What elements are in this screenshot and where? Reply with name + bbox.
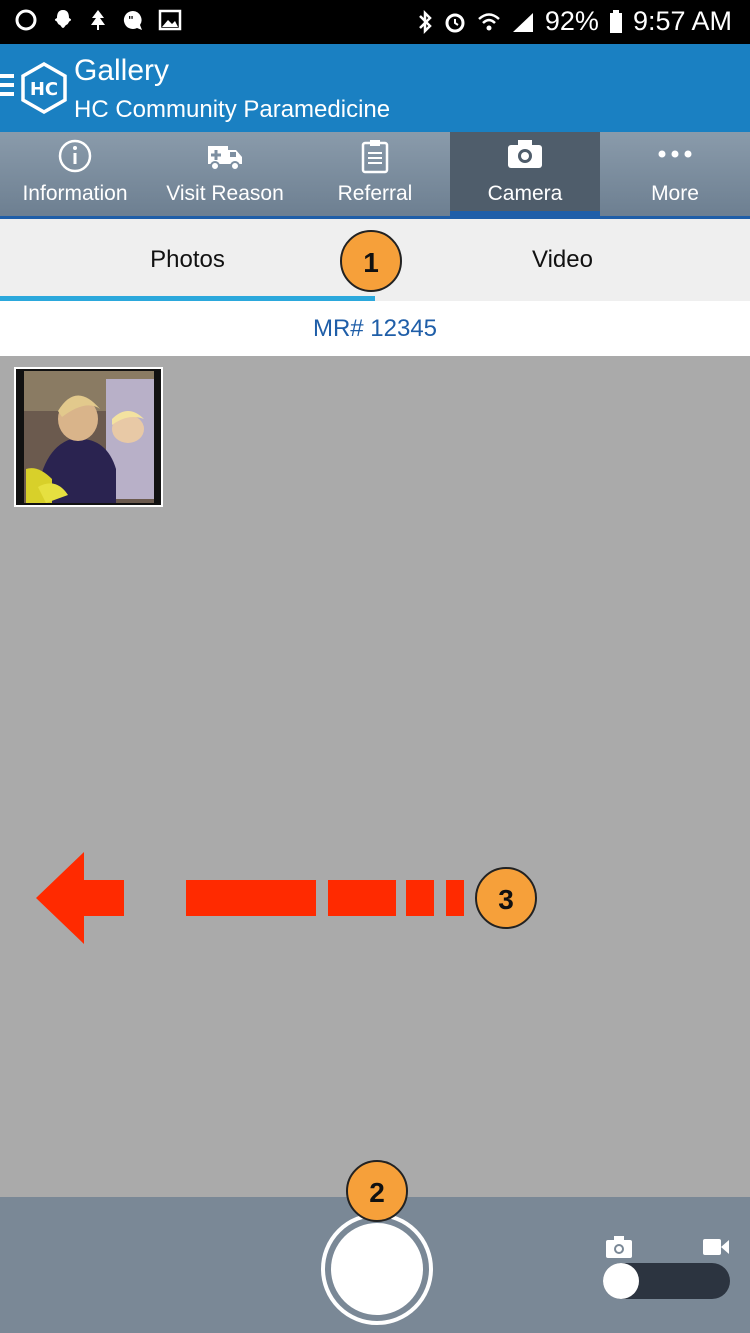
- ambulance-icon: [208, 146, 242, 171]
- image-icon: [158, 9, 182, 31]
- info-icon: [58, 139, 92, 173]
- clipboard-icon: [361, 140, 389, 174]
- battery-percent: 92%: [544, 6, 599, 36]
- callout-1: 1: [340, 230, 402, 292]
- callout-3: 3: [475, 867, 537, 929]
- signal-icon: [512, 12, 533, 32]
- tab-label: Visit Reason: [166, 182, 284, 205]
- tab-more[interactable]: More: [600, 132, 750, 216]
- photo-mode-icon: [606, 1236, 632, 1258]
- status-time: 9:57 AM: [632, 6, 732, 36]
- camera-mode-toggle[interactable]: [603, 1263, 730, 1299]
- hamburger-menu-icon[interactable]: [0, 74, 14, 101]
- chat-icon: ": [123, 10, 142, 30]
- tab-label: Information: [22, 182, 128, 205]
- wifi-icon: [478, 12, 500, 30]
- tab-label: Referral: [337, 182, 413, 205]
- ghost-icon: [54, 10, 72, 28]
- camera-icon: [508, 140, 542, 168]
- tab-visit-reason[interactable]: Visit Reason: [150, 132, 300, 216]
- tab-information[interactable]: Information: [0, 132, 150, 216]
- circle-icon: [15, 9, 37, 31]
- more-icon: [658, 150, 692, 158]
- tab-label: Camera: [487, 182, 563, 205]
- tab-photos[interactable]: Photos: [0, 219, 375, 304]
- video-mode-icon: [703, 1239, 729, 1255]
- status-left-icons: ": [14, 8, 182, 32]
- hc-logo-icon: HC: [21, 62, 67, 114]
- shutter-button[interactable]: [321, 1213, 433, 1325]
- page-subtitle: HC Community Paramedicine: [74, 96, 391, 123]
- battery-icon: [609, 9, 622, 33]
- status-right: 92% 9:57 AM: [417, 6, 732, 37]
- tab-video[interactable]: Video: [375, 219, 750, 301]
- logo-text: HC: [30, 79, 58, 100]
- tree-icon: [91, 10, 105, 30]
- top-nav: Information Visit Reason Referral Camera…: [0, 132, 750, 219]
- svg-text:": ": [128, 14, 134, 27]
- app-bar: HC Gallery HC Community Paramedicine: [0, 44, 750, 132]
- swipe-left-arrow-icon: [36, 852, 464, 944]
- tab-label: More: [651, 182, 699, 205]
- photo-thumbnail[interactable]: [14, 367, 163, 507]
- status-bar: " 92% 9:57 AM: [0, 0, 750, 44]
- bluetooth-icon: [419, 9, 432, 34]
- tab-camera[interactable]: Camera: [450, 132, 600, 216]
- tab-referral[interactable]: Referral: [300, 132, 450, 216]
- page-title: Gallery: [74, 54, 170, 87]
- mr-number: MR# 12345: [0, 301, 750, 356]
- alarm-icon: [445, 13, 465, 32]
- callout-2: 2: [346, 1160, 408, 1222]
- photo-image: [16, 369, 161, 505]
